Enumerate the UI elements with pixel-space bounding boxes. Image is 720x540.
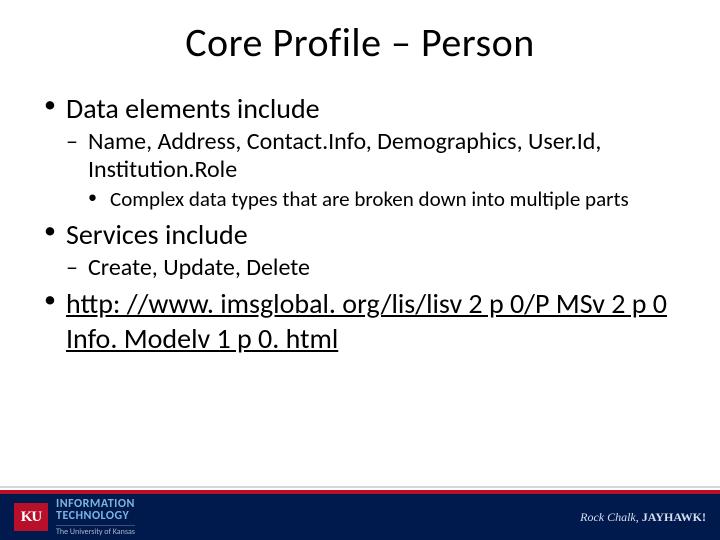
bullet-complex-types: Complex data types that are broken down … xyxy=(88,187,692,211)
bullet-services: Services include Create, Update, Delete xyxy=(44,217,692,282)
link-text[interactable]: http: //www. imsglobal. org/lis/lisv 2 p… xyxy=(66,286,667,356)
brand-line3: The University of Kansas xyxy=(56,525,135,536)
ku-logo: KU xyxy=(14,503,48,531)
slide-body: Data elements include Name, Address, Con… xyxy=(0,91,720,540)
bullet-text: Services include xyxy=(66,217,248,252)
footer: KU INFORMATION TECHNOLOGY The University… xyxy=(0,486,720,540)
slide: Core Profile – Person Data elements incl… xyxy=(0,0,720,540)
tagline-bold: JAYHAWK! xyxy=(642,510,706,524)
bullet-data-elements-list: Name, Address, Contact.Info, Demographic… xyxy=(66,128,692,211)
tagline-prefix: Rock Chalk, xyxy=(580,510,642,524)
bullet-text: Name, Address, Contact.Info, Demographic… xyxy=(88,127,601,184)
footer-brand: KU INFORMATION TECHNOLOGY The University… xyxy=(14,498,135,536)
footer-tagline: Rock Chalk, JAYHAWK! xyxy=(580,510,706,525)
bullet-data-elements: Data elements include Name, Address, Con… xyxy=(44,91,692,211)
bullet-text: Complex data types that are broken down … xyxy=(110,186,629,212)
brand-line2: TECHNOLOGY xyxy=(56,510,135,522)
bullet-text: Create, Update, Delete xyxy=(88,253,310,282)
bullet-link: http: //www. imsglobal. org/lis/lisv 2 p… xyxy=(44,286,692,356)
bullet-text: Data elements include xyxy=(66,91,320,126)
slide-title: Core Profile – Person xyxy=(0,18,720,67)
footer-stripe xyxy=(0,486,720,494)
footer-bar: KU INFORMATION TECHNOLOGY The University… xyxy=(0,494,720,540)
bullet-services-list: Create, Update, Delete xyxy=(66,254,692,282)
ku-wordmark: INFORMATION TECHNOLOGY The University of… xyxy=(56,498,135,536)
